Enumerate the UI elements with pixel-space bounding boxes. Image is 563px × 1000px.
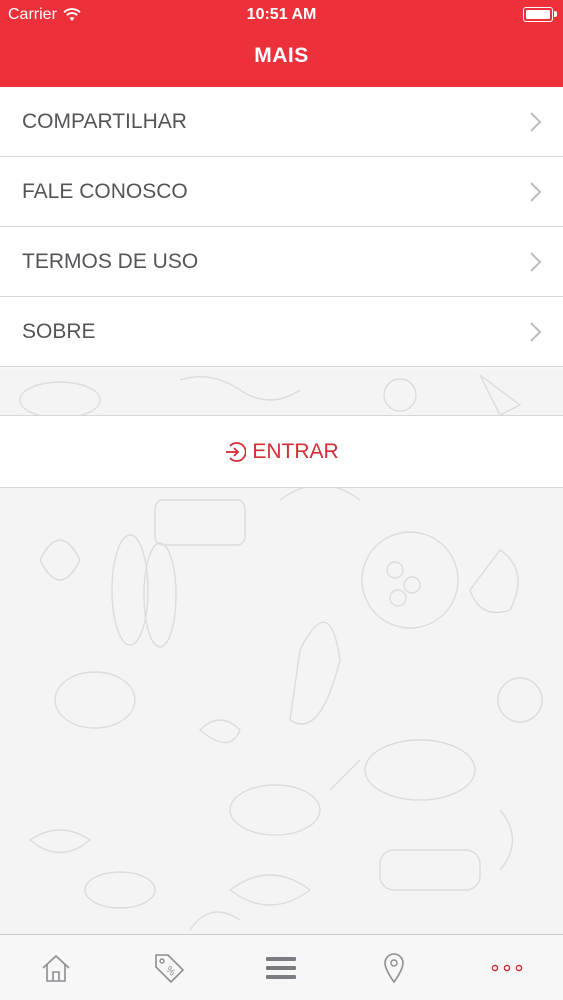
tag-percent-icon: %: [155, 953, 185, 983]
sign-in-icon: [226, 441, 247, 462]
tab-bar: %: [0, 934, 563, 1000]
chevron-right-icon: [530, 322, 542, 342]
battery-icon: [523, 7, 557, 22]
more-screen: Carrier 10:51 AM MAIS COMPARTILHAR FALE …: [0, 0, 563, 1000]
more-menu-list: COMPARTILHAR FALE CONOSCO TERMOS DE USO …: [0, 87, 563, 367]
navigation-header: Carrier 10:51 AM MAIS: [0, 0, 563, 87]
status-bar: Carrier 10:51 AM: [0, 0, 563, 30]
menu-item-label: TERMOS DE USO: [22, 249, 199, 273]
menu-icon: [266, 956, 297, 979]
menu-item-termos-de-uso[interactable]: TERMOS DE USO: [0, 227, 563, 297]
menu-item-label: FALE CONOSCO: [22, 179, 188, 203]
tab-home[interactable]: [26, 943, 86, 993]
menu-item-fale-conosco[interactable]: FALE CONOSCO: [0, 157, 563, 227]
more-dots-icon: [491, 964, 522, 971]
menu-item-label: COMPARTILHAR: [22, 109, 187, 133]
menu-item-compartilhar[interactable]: COMPARTILHAR: [0, 87, 563, 157]
login-button[interactable]: ENTRAR: [0, 415, 563, 488]
menu-item-sobre[interactable]: SOBRE: [0, 297, 563, 367]
tab-more[interactable]: [477, 943, 537, 993]
menu-item-label: SOBRE: [22, 319, 96, 343]
status-time: 10:51 AM: [246, 6, 317, 23]
tab-location[interactable]: [364, 943, 424, 993]
home-icon: [42, 954, 70, 982]
chevron-right-icon: [530, 112, 542, 132]
chevron-right-icon: [530, 252, 542, 272]
location-pin-icon: [384, 952, 404, 983]
page-title: MAIS: [254, 44, 309, 67]
login-label: ENTRAR: [252, 439, 339, 463]
tab-menu[interactable]: [251, 943, 311, 993]
chevron-right-icon: [530, 182, 542, 202]
tab-offers[interactable]: %: [139, 943, 199, 993]
